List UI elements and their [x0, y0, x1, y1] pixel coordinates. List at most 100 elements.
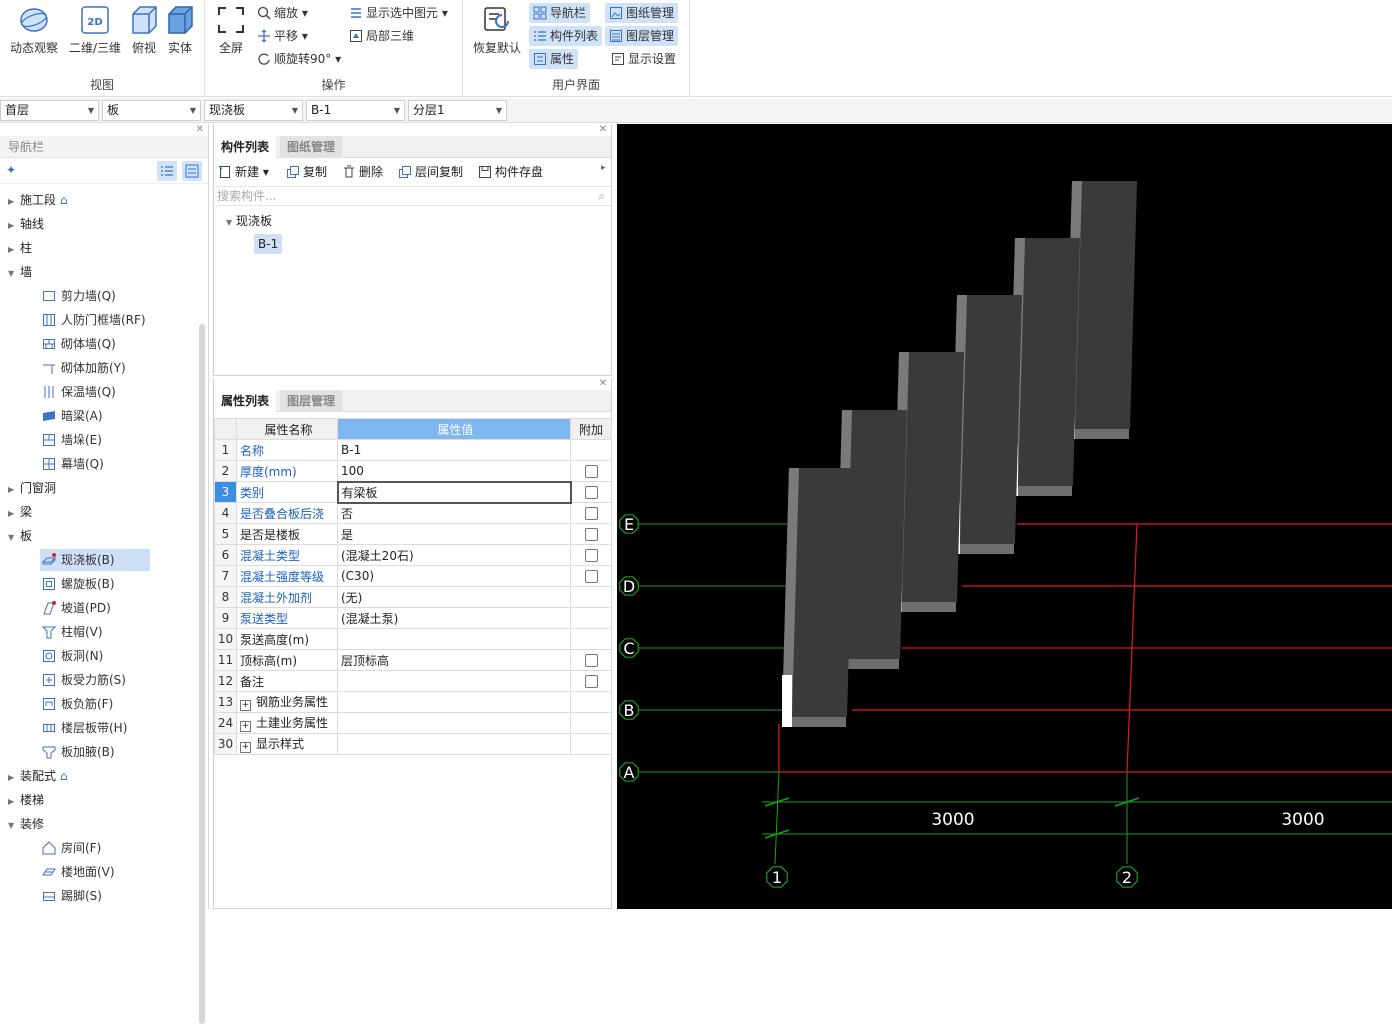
add-icon[interactable]: ✦ [6, 163, 16, 177]
pan-button[interactable]: 平移 ▾ [255, 26, 308, 46]
nav-item-cast-slab[interactable]: 现浇板(B) [40, 549, 150, 571]
close-icon[interactable]: ✕ [599, 378, 607, 389]
copy-button[interactable]: 复制 [286, 163, 327, 180]
search-icon[interactable]: ⌕ [598, 187, 605, 205]
property-value[interactable]: 有梁板 [336, 480, 572, 504]
component-select[interactable]: B-1 ▼ [306, 100, 405, 121]
property-value[interactable]: (混凝土泵) [337, 607, 571, 629]
save-component-button[interactable]: 构件存盘 [478, 163, 543, 180]
floor-select[interactable]: 首层 ▼ [0, 100, 99, 121]
nav-cat-wall[interactable]: ▼ 墙 [8, 261, 32, 283]
property-row[interactable]: 3 类别 有梁板 [214, 480, 612, 504]
property-value[interactable] [337, 712, 571, 734]
nav-item-insulation-wall[interactable]: 保温墙(Q) [40, 381, 124, 403]
nav-item-curtain-wall[interactable]: 幕墙(Q) [40, 453, 112, 475]
fullscreen-button[interactable]: 全屏 [211, 4, 251, 56]
layer-select[interactable]: 分层1 ▼ [408, 100, 507, 121]
nav-item-slab-haunch[interactable]: 板加腋(B) [40, 741, 123, 763]
property-value[interactable]: 100 [337, 460, 571, 482]
restore-default-button[interactable]: 恢复默认 [471, 4, 523, 56]
add-checkbox[interactable] [584, 528, 598, 541]
delete-button[interactable]: 删除 [342, 163, 383, 180]
new-button[interactable]: 新建 ▾ [218, 163, 269, 180]
detail-view-button[interactable] [182, 161, 202, 181]
show-selected-button[interactable]: 显示选中图元 ▾ [347, 3, 448, 23]
property-row[interactable]: 5 是否是楼板 是 [214, 523, 612, 545]
nav-item-civil-defense-wall[interactable]: 人防门框墙(RF) [40, 309, 154, 331]
local-3d-button[interactable]: 局部三维 [347, 26, 414, 46]
nav-cat-axis[interactable]: ▶ 轴线 [8, 213, 44, 235]
component-list-toggle[interactable]: 构件列表 [529, 26, 603, 46]
add-checkbox[interactable] [584, 570, 598, 583]
tree-item-b1[interactable]: B-1 [254, 234, 283, 254]
property-row[interactable]: 8 混凝土外加剂 (无) [214, 586, 612, 608]
list-view-button[interactable] [157, 161, 177, 181]
navbar-toggle[interactable]: 导航栏 [529, 3, 591, 23]
nav-item-skirting[interactable]: 踢脚(S) [40, 885, 110, 907]
nav-cat-decoration[interactable]: ▼ 装修 [8, 813, 44, 835]
nav-cat-construction[interactable]: ▶ 施工段 ⌂ [8, 189, 67, 211]
nav-item-hidden-beam[interactable]: 暗梁(A) [40, 405, 111, 427]
nav-item-floor-strip[interactable]: 楼层板带(H) [40, 717, 135, 739]
zoom-button[interactable]: 缩放 ▾ [255, 3, 308, 23]
property-row[interactable]: 24 + 土建业务属性 [214, 712, 612, 734]
property-row[interactable]: 4 是否叠合板后浇否 [214, 502, 612, 524]
layer-manage-toggle[interactable]: 图层管理 [605, 26, 679, 46]
property-value[interactable]: B-1 [337, 439, 571, 461]
property-row[interactable]: 7 混凝土强度等级 (C30) [214, 565, 612, 587]
nav-item-slab-neg-rebar[interactable]: 板负筋(F) [40, 693, 121, 715]
add-checkbox[interactable] [584, 486, 598, 499]
nav-cat-prefab[interactable]: ▶ 装配式 ⌂ [8, 765, 67, 787]
floor-copy-button[interactable]: 层间复制 [398, 163, 463, 180]
display-settings-button[interactable]: 显示设置 [609, 49, 676, 69]
add-checkbox[interactable] [584, 465, 598, 478]
add-checkbox[interactable] [584, 549, 598, 562]
property-value[interactable]: (C30) [337, 565, 571, 587]
tab-properties[interactable]: 属性列表 [214, 390, 277, 412]
close-icon[interactable]: ✕ [196, 124, 204, 135]
rotate-button[interactable]: 顺旋转90° ▾ [255, 49, 341, 69]
nav-cat-beam[interactable]: ▶ 梁 [8, 501, 32, 523]
property-row[interactable]: 10 泵送高度(m) [214, 628, 612, 650]
property-row[interactable]: 30 + 显示样式 [214, 733, 612, 755]
expand-icon[interactable]: + [240, 700, 251, 711]
solid-button[interactable]: 实体 [162, 4, 198, 56]
property-value[interactable]: (无) [337, 586, 571, 608]
property-value[interactable]: (混凝土20石) [337, 544, 571, 566]
drawing-manage-toggle[interactable]: 图纸管理 [605, 3, 679, 23]
top-view-button[interactable]: 俯视 [126, 4, 162, 56]
property-row[interactable]: 6 混凝土类型 (混凝土20石) [214, 544, 612, 566]
nav-item-floor-surface[interactable]: 楼地面(V) [40, 861, 123, 883]
search-input[interactable]: 搜索构件... ⌕ [214, 186, 611, 206]
add-checkbox[interactable] [584, 675, 598, 688]
2d-3d-button[interactable]: 2D 二维/三维 [66, 4, 124, 56]
property-row[interactable]: 12 备注 [214, 670, 612, 692]
properties-toggle[interactable]: 属性 [529, 49, 579, 69]
property-row[interactable]: 2 厚度(mm) 100 [214, 460, 612, 482]
nav-scrollbar[interactable] [199, 324, 205, 1024]
add-checkbox[interactable] [584, 507, 598, 520]
property-value[interactable] [337, 670, 571, 692]
expand-icon[interactable]: + [240, 721, 251, 732]
nav-item-column-cap[interactable]: 柱帽(V) [40, 621, 111, 643]
type-select[interactable]: 板 ▼ [102, 100, 201, 121]
close-icon[interactable]: ✕ [599, 124, 607, 135]
nav-item-masonry-rebar[interactable]: 砌体加筋(Y) [40, 357, 134, 379]
nav-item-masonry-wall[interactable]: 砌体墙(Q) [40, 333, 124, 355]
nav-cat-column[interactable]: ▶ 柱 [8, 237, 32, 259]
property-value[interactable]: 是 [337, 523, 571, 545]
nav-item-shear-wall[interactable]: 剪力墙(Q) [40, 285, 124, 307]
tab-drawing-manage[interactable]: 图纸管理 [280, 136, 343, 158]
tree-root[interactable]: ▼ 现浇板 [226, 212, 272, 229]
drawing-canvas[interactable]: E D C B A 1 2 3000 3000 [617, 124, 1392, 909]
property-value[interactable]: 层顶标高 [337, 649, 571, 671]
property-value[interactable] [337, 691, 571, 713]
nav-cat-opening[interactable]: ▶ 门窗洞 [8, 477, 56, 499]
property-value[interactable]: 否 [337, 502, 571, 524]
nav-item-spiral-slab[interactable]: 螺旋板(B) [40, 573, 123, 595]
nav-item-wall-pier[interactable]: 墙垛(E) [40, 429, 110, 451]
property-row[interactable]: 11 顶标高(m) 层顶标高 [214, 649, 612, 671]
expand-icon[interactable]: + [240, 742, 251, 753]
nav-cat-stair[interactable]: ▶ 楼梯 [8, 789, 44, 811]
property-value[interactable] [337, 733, 571, 755]
